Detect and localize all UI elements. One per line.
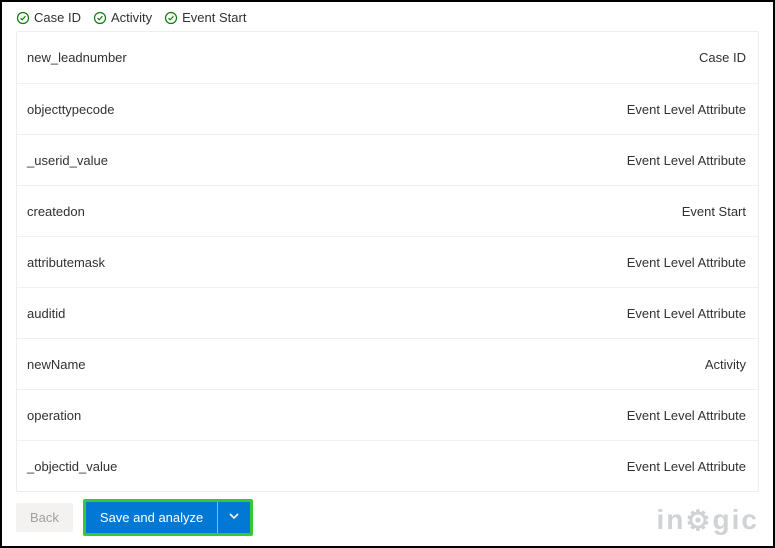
- attribute-row[interactable]: objecttypecode Event Level Attribute: [17, 83, 758, 134]
- attribute-row[interactable]: newName Activity: [17, 338, 758, 389]
- pill-case-id: Case ID: [16, 10, 81, 25]
- attribute-row[interactable]: attributemask Event Level Attribute: [17, 236, 758, 287]
- attribute-field: newName: [27, 357, 86, 372]
- attribute-field: new_leadnumber: [27, 50, 127, 65]
- pill-label: Event Start: [182, 10, 246, 25]
- attribute-type: Event Level Attribute: [627, 459, 746, 474]
- inogic-logo: in⚙gic: [657, 504, 759, 536]
- attribute-type: Event Level Attribute: [627, 102, 746, 117]
- pill-event-start: Event Start: [164, 10, 246, 25]
- attribute-field: operation: [27, 408, 81, 423]
- save-and-analyze-dropdown[interactable]: [217, 502, 250, 533]
- gear-icon: ⚙: [685, 507, 712, 535]
- attribute-type: Event Level Attribute: [627, 153, 746, 168]
- attribute-row[interactable]: _objectid_value Event Level Attribute: [17, 440, 758, 491]
- attribute-type: Event Start: [682, 204, 746, 219]
- attribute-row[interactable]: auditid Event Level Attribute: [17, 287, 758, 338]
- attribute-type: Event Level Attribute: [627, 255, 746, 270]
- attribute-field: attributemask: [27, 255, 105, 270]
- attribute-row[interactable]: operation Event Level Attribute: [17, 389, 758, 440]
- check-circle-icon: [93, 11, 107, 25]
- attribute-list: new_leadnumber Case ID objecttypecode Ev…: [16, 31, 759, 492]
- back-button[interactable]: Back: [16, 503, 73, 532]
- attribute-field: _objectid_value: [27, 459, 117, 474]
- check-circle-icon: [164, 11, 178, 25]
- attribute-row[interactable]: _userid_value Event Level Attribute: [17, 134, 758, 185]
- attribute-type: Event Level Attribute: [627, 408, 746, 423]
- attribute-type: Activity: [705, 357, 746, 372]
- app-frame: Case ID Activity Event Start new_lead: [0, 0, 775, 548]
- attribute-field: _userid_value: [27, 153, 108, 168]
- attribute-row[interactable]: createdon Event Start: [17, 185, 758, 236]
- attribute-field: createdon: [27, 204, 85, 219]
- pill-label: Activity: [111, 10, 152, 25]
- pill-label: Case ID: [34, 10, 81, 25]
- check-circle-icon: [16, 11, 30, 25]
- attribute-field: auditid: [27, 306, 65, 321]
- attribute-type: Case ID: [699, 50, 746, 65]
- save-and-analyze-button[interactable]: Save and analyze: [86, 502, 217, 533]
- attribute-field: objecttypecode: [27, 102, 114, 117]
- chevron-down-icon: [228, 510, 240, 525]
- pill-activity: Activity: [93, 10, 152, 25]
- wizard-footer: Back Save and analyze: [16, 499, 759, 536]
- mapping-header: Case ID Activity Event Start: [2, 2, 773, 29]
- attribute-type: Event Level Attribute: [627, 306, 746, 321]
- attribute-row[interactable]: new_leadnumber Case ID: [17, 32, 758, 83]
- highlight-box: Save and analyze: [83, 499, 253, 536]
